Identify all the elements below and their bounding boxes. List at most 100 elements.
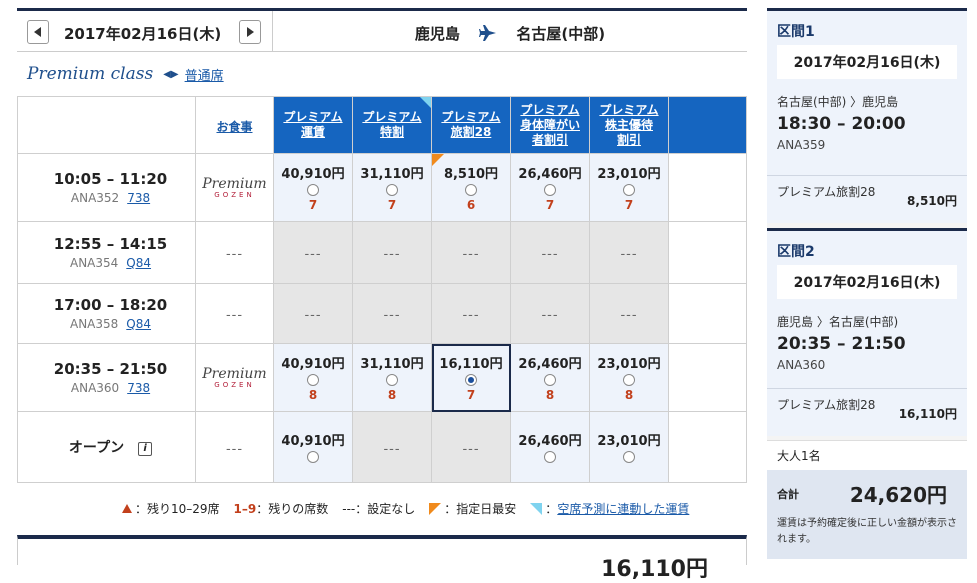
fare-header-text: 身体障がい [519, 117, 580, 132]
fare-price: 26,460円 [518, 433, 582, 449]
legend-linked-link[interactable]: 空席予測に連動した運賃 [557, 500, 689, 517]
fare-header-2[interactable]: プレミアム 特割 [352, 96, 432, 154]
fare-radio[interactable] [623, 374, 635, 386]
date-route-bar: 2017年02月16日(木) 鹿児島 名古屋(中部) [17, 8, 747, 52]
fare-header-3[interactable]: プレミアム 旅割28 [431, 96, 511, 154]
fare-price: 40,910円 [281, 167, 345, 182]
flight-sub: ANA352 738 [26, 191, 195, 205]
fare-unavailable: --- [589, 283, 669, 344]
logo-word: Premium [202, 365, 267, 382]
not-set-text: --- [462, 247, 480, 262]
info-icon[interactable]: i [138, 442, 153, 456]
prev-day-button[interactable] [27, 20, 49, 44]
fare-option[interactable]: 23,010円 7 [589, 153, 669, 222]
fare-selection-panel: 2017年02月16日(木) 鹿児島 名古屋(中部) Premium class… [17, 8, 747, 582]
fare-radio[interactable] [623, 184, 635, 196]
row-fill [668, 153, 747, 222]
airplane-icon [479, 25, 497, 45]
segment-fare-price: 8,510円 [907, 194, 957, 208]
flight-number: ANA354 [69, 256, 119, 270]
fare-option[interactable]: 40,910円 7 [273, 153, 353, 222]
not-set-text: --- [541, 308, 559, 323]
fare-header-text: プレミアム [599, 102, 659, 117]
fare-radio[interactable] [544, 184, 556, 196]
meal-header-link[interactable]: お食事 [216, 120, 252, 134]
fare-option[interactable]: 23,010円 [589, 411, 669, 483]
fare-price: 40,910円 [281, 433, 345, 449]
fare-unavailable: --- [510, 283, 590, 344]
fare-radio[interactable] [544, 374, 556, 386]
seats-remaining: 7 [308, 198, 318, 212]
fare-price: 16,110円 [439, 357, 503, 372]
fare-radio[interactable] [307, 450, 319, 463]
meal-cell: --- [195, 221, 274, 284]
segment-title: 区間1 [777, 24, 815, 40]
premium-gozen-logo[interactable]: Premium GOZEN [196, 367, 273, 389]
fare-header-text: 運賃 [300, 125, 325, 139]
fare-radio[interactable] [307, 184, 319, 196]
open-label: オープン [68, 440, 125, 456]
fare-option[interactable]: 31,110円 8 [352, 343, 432, 412]
not-set-text: --- [462, 308, 480, 323]
fare-option[interactable]: 31,110円 7 [352, 153, 432, 222]
fare-price: 23,010円 [597, 433, 661, 449]
segment-flight: ANA360 [777, 358, 826, 372]
fare-radio[interactable] [386, 184, 398, 196]
not-set-text: --- [304, 247, 322, 262]
aircraft-link[interactable]: 738 [127, 191, 150, 205]
next-day-button[interactable] [239, 20, 261, 44]
premium-gozen-logo[interactable]: Premium GOZEN [196, 177, 273, 199]
fare-unavailable: --- [352, 221, 432, 284]
fare-unavailable: --- [431, 411, 511, 483]
fare-radio[interactable] [307, 374, 319, 386]
fare-header-text: 割引 [616, 132, 641, 147]
segment-route: 鹿児島 〉名古屋(中部) [777, 315, 899, 329]
fare-option[interactable]: 23,010円 8 [589, 343, 669, 412]
meal-cell: --- [195, 411, 274, 483]
segment-date: 2017年02月16日(木) [777, 45, 957, 79]
fare-option[interactable]: 26,460円 [510, 411, 590, 483]
fare-header-4[interactable]: プレミアム 身体障がい 者割引 [510, 96, 590, 154]
legend-none-desc: ：設定なし [355, 502, 416, 516]
fare-option[interactable]: 16,110円 7 [431, 343, 511, 412]
fare-radio[interactable] [465, 184, 477, 196]
total-bar: 16,110円 [17, 535, 747, 582]
fare-radio[interactable] [623, 450, 635, 463]
meal-header: お食事 [195, 96, 274, 154]
fare-header-text: プレミアム [362, 110, 422, 124]
fare-option[interactable]: 26,460円 7 [510, 153, 590, 222]
segment-title: 区間2 [777, 244, 815, 260]
aircraft-link[interactable]: Q84 [126, 256, 151, 270]
fare-option[interactable]: 8,510円 6 [431, 153, 511, 222]
legend-none-key: --- [342, 501, 356, 516]
fare-radio[interactable] [544, 450, 556, 463]
segment-fare: プレミアム旅割28 8,510円 [767, 175, 967, 223]
fare-option[interactable]: 26,460円 8 [510, 343, 590, 412]
fare-radio[interactable] [465, 374, 477, 386]
fare-header-1[interactable]: プレミアム 運賃 [273, 96, 353, 154]
fare-unavailable: --- [273, 221, 353, 284]
fare-radio[interactable] [386, 374, 398, 386]
destination: 名古屋(中部) [516, 25, 606, 43]
flight-time: 20:35 – 21:50 [53, 360, 168, 378]
fare-header-5[interactable]: プレミアム 株主優待 割引 [589, 96, 669, 154]
aircraft-link[interactable]: 738 [127, 381, 150, 395]
row-fill [668, 343, 747, 412]
table-row-open: オープン i --- 40,910円 --- --- 26,460円 23,010円 [17, 411, 747, 483]
logo-sub: GOZEN [214, 190, 255, 199]
table-row: 20:35 – 21:50 ANA360 738 Premium GOZEN 40,910… [17, 343, 747, 412]
fare-header-text: プレミアム [441, 110, 501, 124]
fare-price: 31,110円 [360, 167, 424, 182]
flight-info: 17:00 – 18:20 ANA358 Q84 [17, 283, 196, 344]
lowest-fare-corner-icon [429, 502, 442, 515]
normal-seat-link[interactable]: 普通席 [185, 65, 224, 84]
fare-option[interactable]: 40,910円 8 [273, 343, 353, 412]
seats-remaining: 7 [466, 388, 476, 402]
legend-seat-count-key: 1–9 [233, 501, 257, 516]
fare-option[interactable]: 40,910円 [273, 411, 353, 483]
flight-sub: ANA358 Q84 [26, 317, 195, 331]
fare-unavailable: --- [510, 221, 590, 284]
meal-cell: Premium GOZEN [195, 343, 274, 412]
aircraft-link[interactable]: Q84 [126, 317, 151, 331]
fare-unavailable: --- [431, 283, 511, 344]
